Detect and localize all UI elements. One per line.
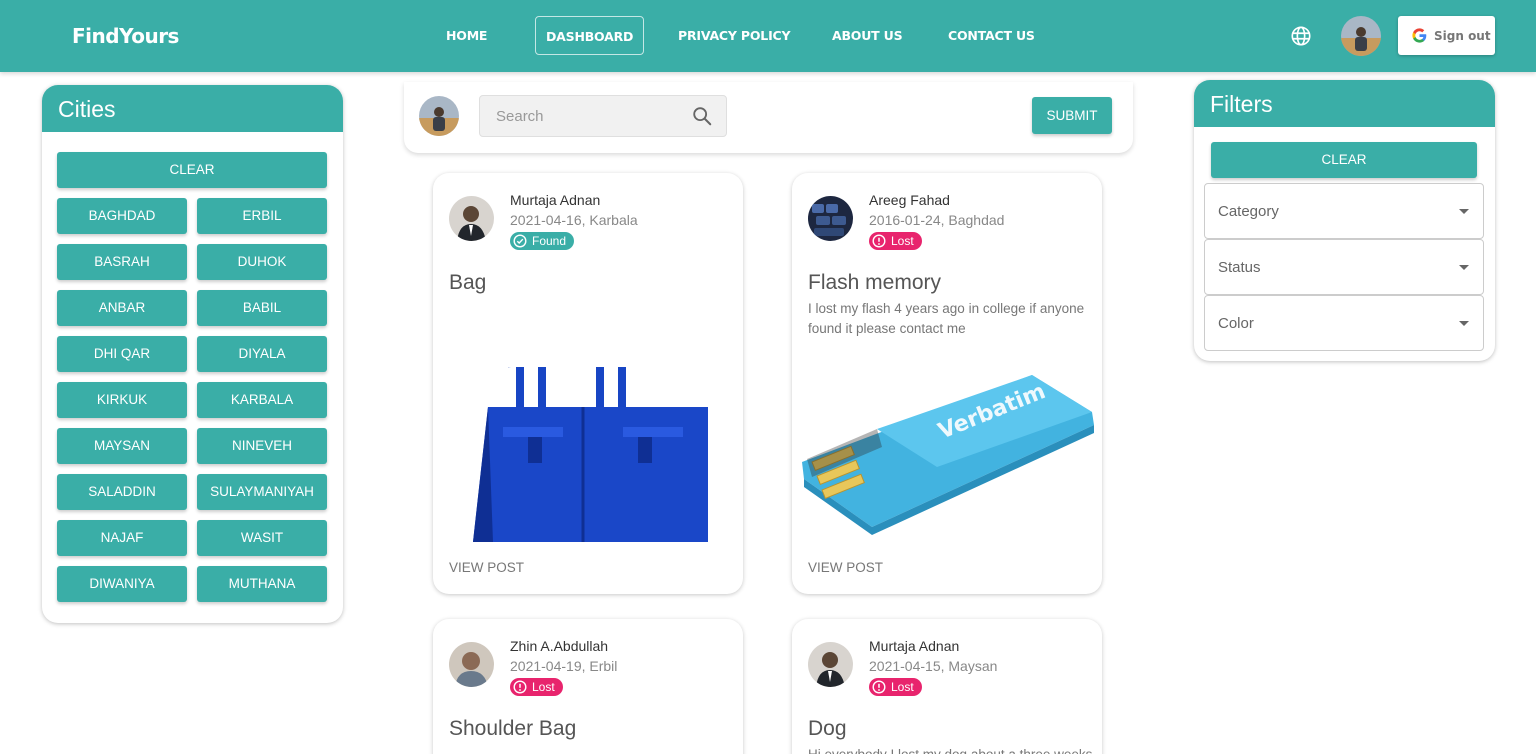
post-date-location: 2021-04-16, Karbala <box>510 212 638 228</box>
search-bar: SUBMIT <box>404 82 1133 153</box>
author-avatar[interactable] <box>808 196 853 241</box>
brand-logo[interactable]: FindYours <box>72 24 179 48</box>
post-title: Shoulder Bag <box>449 717 577 740</box>
view-post-link[interactable]: VIEW POST <box>808 560 883 575</box>
post-author[interactable]: Zhin A.Abdullah <box>510 638 608 654</box>
city-duhok[interactable]: DUHOK <box>197 244 327 280</box>
filters-title: Filters <box>1194 80 1495 127</box>
post-description: I lost my flash 4 years ago in college i… <box>808 301 1085 336</box>
alert-circle-icon <box>872 234 886 248</box>
category-select-label: Category <box>1218 203 1279 220</box>
status-badge: Lost <box>869 678 922 696</box>
post-title: Flash memory <box>808 271 942 294</box>
city-maysan[interactable]: MAYSAN <box>57 428 187 464</box>
city-wasit[interactable]: WASIT <box>197 520 327 556</box>
status-badge: Found <box>510 232 575 250</box>
color-select[interactable]: Color <box>1204 295 1484 351</box>
search-field <box>479 95 727 137</box>
current-user-avatar <box>419 96 459 136</box>
navbar: FindYours HOME DASHBOARD PRIVACY POLICY … <box>0 0 1536 72</box>
post-author[interactable]: Murtaja Adnan <box>510 192 600 208</box>
user-avatar[interactable] <box>1341 16 1381 56</box>
nav-contact-us[interactable]: CONTACT US <box>938 16 1045 55</box>
status-badge: Lost <box>869 232 922 250</box>
author-avatar[interactable] <box>808 642 853 687</box>
city-karbala[interactable]: KARBALA <box>197 382 327 418</box>
category-select[interactable]: Category <box>1204 183 1484 239</box>
post-title: Dog <box>808 717 847 740</box>
post-author[interactable]: Murtaja Adnan <box>869 638 959 654</box>
status-badge: Lost <box>510 678 563 696</box>
author-avatar[interactable] <box>449 642 494 687</box>
cities-title: Cities <box>42 85 343 132</box>
search-input[interactable] <box>480 96 680 136</box>
city-nineveh[interactable]: NINEVEH <box>197 428 327 464</box>
post-title: Bag <box>449 271 487 294</box>
city-erbil[interactable]: ERBIL <box>197 198 327 234</box>
city-kirkuk[interactable]: KIRKUK <box>57 382 187 418</box>
city-najaf[interactable]: NAJAF <box>57 520 187 556</box>
status-label: Lost <box>532 680 555 694</box>
city-saladdin[interactable]: SALADDIN <box>57 474 187 510</box>
status-label: Lost <box>891 234 914 248</box>
post-author[interactable]: Areeg Fahad <box>869 192 950 208</box>
alert-circle-icon <box>872 680 886 694</box>
sign-out-button[interactable]: Sign out <box>1398 16 1495 55</box>
author-avatar[interactable] <box>449 196 494 241</box>
nav-privacy-policy[interactable]: PRIVACY POLICY <box>668 16 800 55</box>
nav-dashboard[interactable]: DASHBOARD <box>535 16 645 55</box>
city-basrah[interactable]: BASRAH <box>57 244 187 280</box>
post-card: Zhin A.Abdullah 2021-04-19, Erbil Lost S… <box>433 619 743 754</box>
city-dhi-qar[interactable]: DHI QAR <box>57 336 187 372</box>
submit-button[interactable]: SUBMIT <box>1032 97 1112 134</box>
city-baghdad[interactable]: BAGHDAD <box>57 198 187 234</box>
post-card: Murtaja Adnan 2021-04-15, Maysan Lost Do… <box>792 619 1102 754</box>
post-description: Hi everybody I lost my dog about a three… <box>808 745 1093 754</box>
cities-clear-button[interactable]: CLEAR <box>57 152 327 188</box>
post-date-location: 2016-01-24, Baghdad <box>869 212 1005 228</box>
globe-icon[interactable] <box>1290 25 1312 47</box>
city-babil[interactable]: BABIL <box>197 290 327 326</box>
status-label: Found <box>532 234 567 248</box>
filters-panel: Filters CLEAR Category Status Color <box>1194 80 1495 361</box>
nav-home[interactable]: HOME <box>436 16 497 55</box>
status-select-label: Status <box>1218 259 1261 276</box>
post-date-location: 2021-04-19, Erbil <box>510 658 618 674</box>
chevron-down-icon <box>1459 321 1469 326</box>
nav-about-us[interactable]: ABOUT US <box>822 16 912 55</box>
check-circle-icon <box>513 234 527 248</box>
search-icon[interactable] <box>691 105 713 127</box>
post-image: Verbatim <box>792 367 1102 542</box>
view-post-link[interactable]: VIEW POST <box>449 560 524 575</box>
post-date-location: 2021-04-15, Maysan <box>869 658 998 674</box>
sign-out-label: Sign out <box>1434 28 1491 43</box>
chevron-down-icon <box>1459 209 1469 214</box>
google-icon <box>1412 28 1427 43</box>
filters-clear-button[interactable]: CLEAR <box>1211 142 1477 178</box>
post-image <box>433 367 743 542</box>
color-select-label: Color <box>1218 315 1254 332</box>
city-diyala[interactable]: DIYALA <box>197 336 327 372</box>
chevron-down-icon <box>1459 265 1469 270</box>
status-label: Lost <box>891 680 914 694</box>
city-anbar[interactable]: ANBAR <box>57 290 187 326</box>
cities-panel: Cities CLEAR BAGHDAD ERBIL BASRAH DUHOK … <box>42 85 343 623</box>
status-select[interactable]: Status <box>1204 239 1484 295</box>
city-diwaniya[interactable]: DIWANIYA <box>57 566 187 602</box>
city-sulaymaniyah[interactable]: SULAYMANIYAH <box>197 474 327 510</box>
alert-circle-icon <box>513 680 527 694</box>
post-card: Areeg Fahad 2016-01-24, Baghdad Lost Fla… <box>792 173 1102 594</box>
city-muthana[interactable]: MUTHANA <box>197 566 327 602</box>
post-card: Murtaja Adnan 2021-04-16, Karbala Found … <box>433 173 743 594</box>
